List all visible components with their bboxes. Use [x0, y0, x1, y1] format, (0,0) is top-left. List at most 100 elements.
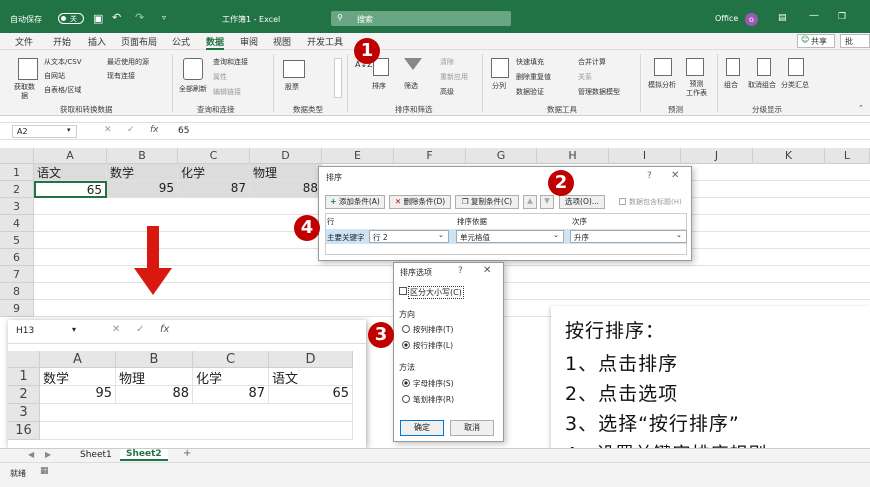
group-button[interactable]: 组合 [724, 80, 738, 90]
select-all-corner[interactable] [8, 351, 40, 368]
name-box[interactable]: A2 ▾ [12, 125, 77, 138]
from-web-button[interactable]: 自网站 [44, 71, 65, 81]
edit-links-button[interactable]: 编辑链接 [213, 87, 241, 97]
cell-d1[interactable]: 物理 [250, 164, 322, 181]
cell-b2[interactable]: 95 [107, 181, 178, 198]
recent-sources-button[interactable]: 最近使用的源 [107, 57, 149, 67]
minimize-icon[interactable]: — [809, 10, 819, 21]
row-header[interactable]: 6 [0, 249, 34, 266]
result-cell-d1[interactable]: 语文 [269, 368, 353, 386]
row-header[interactable]: 1 [0, 164, 34, 181]
col-header[interactable]: C [178, 148, 250, 164]
col-header[interactable]: A [34, 148, 107, 164]
result-cell-c1[interactable]: 化学 [193, 368, 269, 386]
what-if-icon[interactable] [654, 58, 672, 76]
subtotal-icon[interactable] [788, 58, 804, 76]
tab-developer[interactable]: 开发工具 [307, 35, 343, 48]
clear-button[interactable]: 清除 [440, 57, 454, 67]
result-cell-d2[interactable]: 65 [269, 386, 353, 404]
flash-fill-button[interactable]: 快速填充 [516, 57, 544, 67]
col-header[interactable]: H [537, 148, 609, 164]
row-header[interactable]: 4 [0, 215, 34, 232]
stroke-sort-radio[interactable] [402, 395, 410, 403]
autosave-toggle[interactable]: 关 [58, 13, 84, 24]
col-header[interactable]: K [753, 148, 825, 164]
col-header[interactable]: E [322, 148, 394, 164]
get-data-icon[interactable] [18, 58, 38, 80]
help-icon[interactable]: ? [647, 171, 652, 181]
sheet-tab-sheet1[interactable]: Sheet1 [80, 450, 112, 460]
reapply-button[interactable]: 重新应用 [440, 72, 468, 82]
row-header[interactable]: 2 [0, 181, 34, 198]
text-to-columns-button[interactable]: 分列 [492, 81, 506, 91]
forecast-sheet-button[interactable]: 预测 工作表 [686, 80, 707, 98]
stocks-button[interactable]: 股票 [285, 82, 299, 92]
col-header[interactable]: F [394, 148, 466, 164]
undo-icon[interactable]: ↶ [112, 11, 121, 24]
header-checkbox[interactable] [619, 198, 626, 205]
consolidate-button[interactable]: 合并计算 [578, 57, 606, 67]
options-button[interactable]: 选项(O)... [559, 195, 605, 209]
sort-top-bottom-radio[interactable] [402, 325, 410, 333]
get-data-button[interactable]: 获取数 据 [14, 83, 35, 101]
tab-insert[interactable]: 插入 [88, 35, 106, 48]
result-row-3[interactable] [40, 404, 353, 422]
tab-home[interactable]: 开始 [53, 35, 71, 48]
col-header[interactable]: C [193, 351, 269, 368]
relationships-button[interactable]: 关系 [578, 72, 592, 82]
row-header[interactable]: 5 [0, 232, 34, 249]
col-header[interactable]: B [116, 351, 193, 368]
from-table-button[interactable]: 自表格/区域 [44, 85, 81, 95]
cell-b1[interactable]: 数学 [107, 164, 178, 181]
redo-icon[interactable]: ↷ [135, 11, 144, 24]
search-box[interactable]: ⚲ 搜索 [331, 11, 511, 26]
letter-sort-radio[interactable] [402, 379, 410, 387]
cell-c2[interactable]: 87 [178, 181, 250, 198]
cell-a2[interactable]: 65 [34, 181, 107, 198]
ribbon-display-icon[interactable]: ▤ [778, 13, 787, 23]
collapse-ribbon-icon[interactable]: ⌃ [858, 104, 864, 112]
advanced-button[interactable]: 高级 [440, 87, 454, 97]
result-cell-a2[interactable]: 95 [40, 386, 116, 404]
manage-data-model-button[interactable]: 管理数据模型 [578, 87, 620, 97]
row-select[interactable]: 行 2 ⌄ [369, 230, 449, 243]
accessibility-icon[interactable]: ▦ [40, 466, 49, 476]
comment-button[interactable]: 批 [840, 34, 870, 48]
properties-button[interactable]: 属性 [213, 72, 227, 82]
avatar[interactable]: o [745, 13, 758, 26]
col-header[interactable]: L [825, 148, 870, 164]
cell-d2[interactable]: 88 [250, 181, 322, 198]
existing-connections-button[interactable]: 现有连接 [107, 71, 135, 81]
sort-button[interactable]: 排序 [372, 81, 386, 91]
col-header[interactable]: A [40, 351, 116, 368]
sheet-tab-sheet2[interactable]: Sheet2 [120, 449, 168, 461]
add-sheet-button[interactable]: + [183, 448, 191, 459]
result-cell-b2[interactable]: 88 [116, 386, 193, 404]
cancel-icon[interactable]: ✕ [104, 125, 112, 135]
add-level-button[interactable]: + 添加条件(A) [325, 195, 385, 209]
tab-page-layout[interactable]: 页面布局 [121, 35, 157, 48]
sort-left-right-radio[interactable] [402, 341, 410, 349]
insert-function-icon[interactable]: fx [150, 125, 159, 135]
save-icon[interactable]: ▣ [93, 12, 103, 25]
formula-value[interactable]: 65 [178, 126, 189, 136]
sort-on-select[interactable]: 单元格值 ⌄ [456, 230, 564, 243]
confirm-icon[interactable]: ✓ [127, 125, 135, 135]
cell-c1[interactable]: 化学 [178, 164, 250, 181]
col-header[interactable]: I [609, 148, 681, 164]
ungroup-icon[interactable] [757, 58, 771, 76]
case-sensitive-checkbox[interactable] [399, 287, 407, 295]
order-select[interactable]: 升序 ⌄ [570, 230, 687, 243]
delete-level-button[interactable]: ✕ 删除条件(D) [389, 195, 451, 209]
tab-view[interactable]: 视图 [273, 35, 291, 48]
filter-button[interactable]: 筛选 [404, 81, 418, 91]
tab-review[interactable]: 审阅 [240, 35, 258, 48]
prev-sheet-icon[interactable]: ◀ [28, 450, 34, 459]
result-row-16[interactable] [40, 422, 353, 440]
cancel-icon[interactable]: ✕ [112, 324, 120, 335]
confirm-icon[interactable]: ✓ [136, 324, 144, 335]
preview-name-box[interactable]: H13 [16, 326, 34, 336]
ungroup-button[interactable]: 取消组合 [748, 80, 776, 90]
row-header[interactable]: 8 [0, 283, 34, 300]
data-types-scroll[interactable] [334, 58, 342, 98]
